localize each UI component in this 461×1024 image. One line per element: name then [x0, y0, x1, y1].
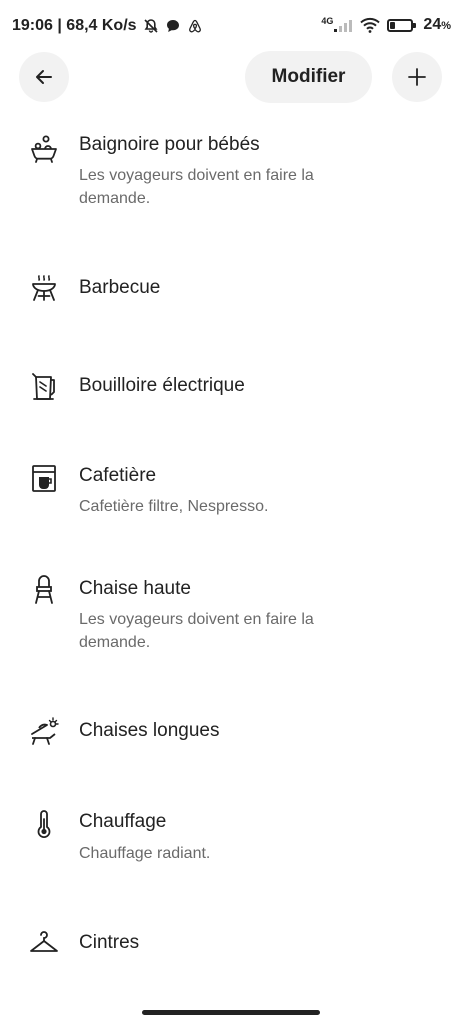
high-chair-icon	[35, 575, 53, 604]
amenity-title: Chaise haute	[79, 578, 191, 599]
amenity-item: Baignoire pour bébés Les voyageurs doive…	[0, 130, 461, 230]
amenity-item: Chauffage Chauffage radiant.	[0, 806, 461, 876]
network-label: 4G	[321, 15, 334, 26]
hanger-icon	[30, 931, 58, 952]
status-bar: 19:06 | 68,4 Ko/s 4G 24%	[0, 0, 461, 56]
back-button[interactable]	[19, 52, 69, 102]
add-button[interactable]	[392, 52, 442, 102]
signal-icon	[334, 20, 353, 32]
airbnb-icon	[188, 19, 201, 33]
amenity-description: Chauffage radiant.	[79, 845, 211, 862]
battery-level	[390, 21, 396, 29]
amenity-title: Bouilloire électrique	[79, 375, 245, 396]
muted-notification-icon	[143, 19, 158, 33]
amenity-item: Barbecue	[0, 270, 461, 310]
amenity-title: Cintres	[79, 932, 140, 953]
plus-icon	[408, 68, 426, 86]
amenity-item: Bouilloire électrique	[0, 368, 461, 408]
electric-kettle-icon	[32, 373, 55, 400]
wifi-icon	[360, 17, 381, 33]
amenity-item: Cintres	[0, 925, 461, 965]
battery-unit: %	[441, 20, 451, 32]
amenity-title: Chaises longues	[79, 720, 220, 741]
home-indicator[interactable]	[142, 1010, 320, 1015]
edit-button[interactable]: Modifier	[245, 51, 372, 103]
amenity-item: Chaises longues	[0, 713, 461, 753]
thermometer-icon	[37, 810, 51, 838]
baby-bath-icon	[31, 135, 57, 163]
amenity-title: Cafetière	[79, 465, 157, 486]
coffee-maker-icon	[32, 465, 56, 492]
battery-icon	[387, 18, 417, 32]
amenity-title: Chauffage	[79, 811, 167, 832]
battery-percent: 24	[423, 16, 442, 33]
status-time-speed: 19:06 | 68,4 Ko/s	[12, 17, 137, 34]
sun-lounger-icon	[31, 717, 59, 745]
barbecue-icon	[32, 275, 56, 301]
amenity-item: Cafetière Cafetière filtre, Nespresso.	[0, 460, 461, 530]
amenity-description: Cafetière filtre, Nespresso.	[79, 498, 269, 515]
amenity-title: Barbecue	[79, 277, 161, 298]
amenity-item: Chaise haute Les voyageurs doivent en fa…	[0, 572, 461, 662]
amenity-description: Les voyageurs doivent en faire la demand…	[79, 167, 314, 207]
arrow-left-icon	[36, 70, 52, 84]
amenity-title: Baignoire pour bébés	[79, 134, 260, 155]
amenity-description: Les voyageurs doivent en faire la demand…	[79, 611, 314, 651]
chat-bubble-icon	[166, 20, 179, 32]
